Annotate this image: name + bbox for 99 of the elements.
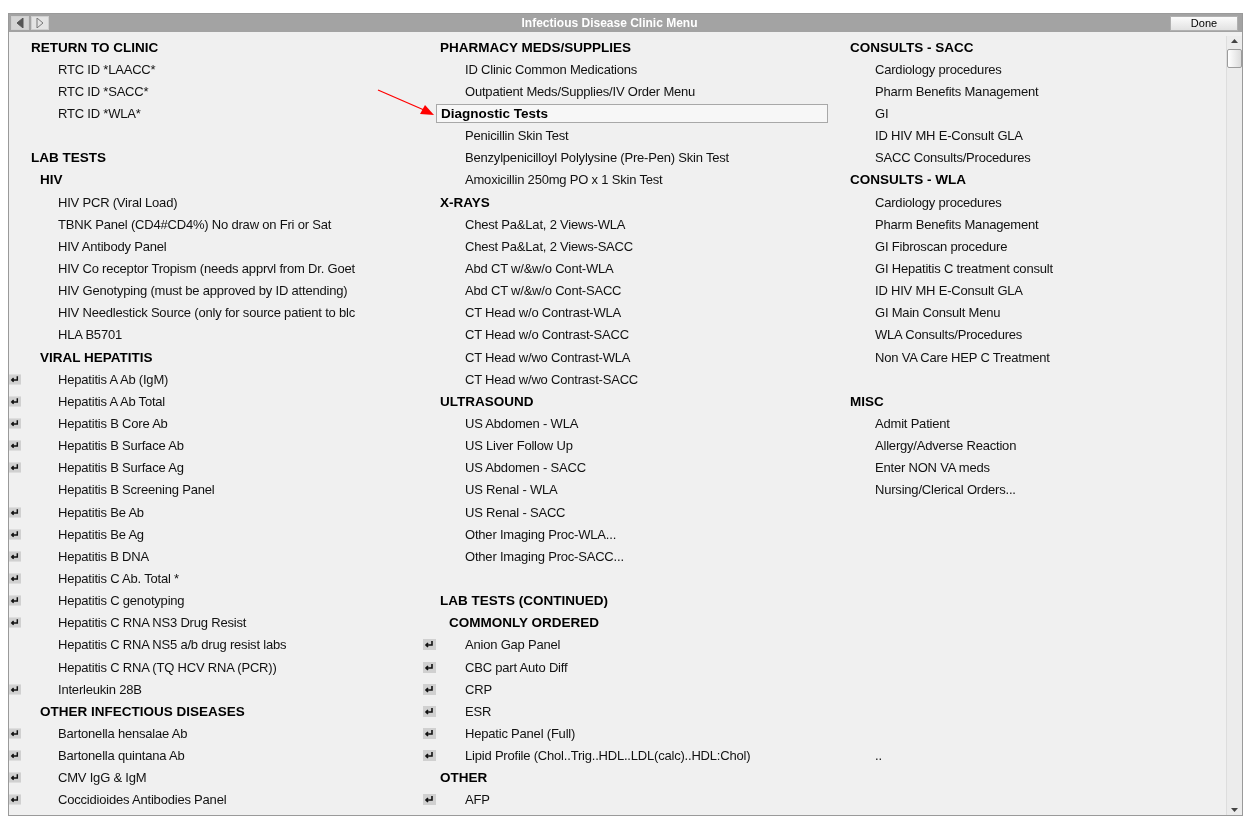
menu-item[interactable]: Abd CT w/&w/o Cont-SACC	[465, 283, 622, 299]
menu-item[interactable]: HIV Antibody Panel	[58, 238, 167, 254]
menu-section-header: PHARMACY MEDS/SUPPLIES	[439, 38, 633, 56]
menu-item[interactable]: CBC part Auto Diff	[465, 659, 568, 675]
menu-item[interactable]: Nursing/Clerical Orders...	[875, 482, 1016, 498]
menu-item[interactable]: HIV Needlestick Source (only for source patient to blc	[58, 305, 355, 321]
menu-item[interactable]: Hepatitis C RNA (TQ HCV RNA (PCR))	[58, 659, 277, 675]
scrollbar-thumb[interactable]	[1227, 49, 1242, 68]
menu-item[interactable]: RTC ID *LAACC*	[58, 61, 156, 77]
menu-item[interactable]: Other Imaging Proc-WLA...	[465, 526, 617, 542]
menu-item[interactable]: Enter NON VA meds	[875, 460, 990, 476]
menu-section-header: LAB TESTS (CONTINUED)	[439, 592, 609, 610]
menu-item[interactable]: Hepatitis Be Ag	[58, 526, 144, 542]
menu-section-header: VIRAL HEPATITIS	[39, 348, 154, 366]
menu-item[interactable]: Hepatitis C Ab. Total *	[58, 570, 179, 586]
menu-section-header: OTHER	[439, 769, 489, 787]
menu-section-header: CONSULTS - WLA	[849, 171, 967, 189]
menu-item[interactable]: GI Main Consult Menu	[875, 305, 1001, 321]
menu-item[interactable]: Chest Pa&Lat, 2 Views-SACC	[465, 238, 633, 254]
menu-item[interactable]: WLA Consults/Procedures	[875, 327, 1023, 343]
menu-item[interactable]: ID HIV MH E-Consult GLA	[875, 283, 1023, 299]
menu-item[interactable]: Hepatitis B Core Ab	[58, 415, 168, 431]
menu-item[interactable]: Bartonella hensalae Ab	[58, 725, 188, 741]
menu-item[interactable]: CT Head w/o Contrast-WLA	[465, 305, 622, 321]
menu-item[interactable]: Coccidioides Antibodies Panel	[58, 792, 227, 808]
menu-item[interactable]: ..	[875, 748, 882, 764]
menu-section-header: ULTRASOUND	[439, 392, 535, 410]
menu-section-header: CONSULTS - SACC	[849, 38, 975, 56]
menu-item[interactable]: Hepatic Panel (Full)	[465, 725, 576, 741]
menu-section-header[interactable]: Diagnostic Tests	[436, 104, 828, 123]
menu-item[interactable]: HIV Co receptor Tropism (needs apprvl from Dr. Goet	[58, 260, 355, 276]
menu-item[interactable]: Pharm Benefits Management	[875, 83, 1039, 99]
menu-item[interactable]: Hepatitis C RNA NS3 Drug Resist	[58, 615, 247, 631]
menu-item[interactable]: Allergy/Adverse Reaction	[875, 438, 1017, 454]
menu-item[interactable]: Hepatitis B Surface Ab	[58, 438, 184, 454]
menu-item[interactable]: US Liver Follow Up	[465, 438, 573, 454]
menu-item[interactable]: RTC ID *WLA*	[58, 106, 141, 121]
menu-item[interactable]: AFP	[465, 792, 490, 808]
menu-item[interactable]: Other Imaging Proc-SACC...	[465, 548, 624, 564]
menu-item[interactable]: Interleukin 28B	[58, 681, 142, 697]
menu-section-header: OTHER INFECTIOUS DISEASES	[39, 702, 246, 720]
menu-item[interactable]: HLA B5701	[58, 327, 122, 343]
scroll-down-icon[interactable]	[1231, 808, 1238, 812]
menu-item[interactable]: US Abdomen - WLA	[465, 415, 579, 431]
back-button[interactable]	[11, 16, 29, 30]
menu-item[interactable]: US Renal - SACC	[465, 504, 566, 520]
menu-item[interactable]: GI Fibroscan procedure	[875, 238, 1008, 254]
menu-item[interactable]: Hepatitis B Screening Panel	[58, 482, 215, 498]
menu-item[interactable]: Lipid Profile (Chol..Trig..HDL..LDL(calc)..HDL:Chol)	[465, 748, 751, 764]
menu-item[interactable]: Hepatitis C genotyping	[58, 593, 185, 609]
menu-item[interactable]: HIV Genotyping (must be approved by ID attending)	[58, 283, 348, 299]
menu-item[interactable]: RTC ID *SACC*	[58, 83, 149, 99]
menu-item[interactable]: ID Clinic Common Medications	[465, 61, 638, 77]
menu-item[interactable]: SACC Consults/Procedures	[875, 150, 1031, 166]
menu-item[interactable]: US Renal - WLA	[465, 482, 558, 498]
done-button[interactable]: Done	[1170, 15, 1238, 31]
menu-section-header: COMMONLY ORDERED	[448, 614, 601, 632]
menu-item[interactable]: Non VA Care HEP C Treatment	[875, 349, 1050, 365]
menu-item[interactable]: HIV PCR (Viral Load)	[58, 194, 178, 210]
menu-item[interactable]: ESR	[465, 703, 492, 719]
menu-item[interactable]: GI Hepatitis C treatment consult	[875, 260, 1053, 276]
menu-item[interactable]: TBNK Panel (CD4#CD4%) No draw on Fri or Sat	[58, 216, 332, 232]
scroll-up-icon[interactable]	[1231, 39, 1238, 43]
right-triangle-icon	[36, 18, 44, 28]
menu-item[interactable]: Pharm Benefits Management	[875, 216, 1039, 232]
menu-item[interactable]: Hepatitis Be Ab	[58, 504, 144, 520]
menu-item[interactable]: Penicillin Skin Test	[465, 128, 569, 144]
menu-section-header: X-RAYS	[439, 193, 491, 211]
window-title: Infectious Disease Clinic Menu	[520, 16, 699, 30]
menu-section-header: LAB TESTS	[30, 149, 107, 167]
menu-item[interactable]: Hepatitis C RNA NS5 a/b drug resist labs	[58, 637, 287, 653]
menu-item[interactable]: Hepatitis B DNA	[58, 548, 149, 564]
left-triangle-icon	[16, 18, 24, 28]
menu-item[interactable]: Admit Patient	[875, 415, 950, 431]
menu-section-header: HIV	[39, 171, 64, 189]
menu-section-header: RETURN TO CLINIC	[30, 38, 160, 56]
menu-item[interactable]: Cardiology procedures	[875, 61, 1002, 77]
menu-item[interactable]: Hepatitis B Surface Ag	[58, 460, 184, 476]
menu-item[interactable]: CT Head w/o Contrast-SACC	[465, 327, 629, 343]
menu-item[interactable]: CRP	[465, 681, 492, 697]
menu-item[interactable]: Cardiology procedures	[875, 194, 1002, 210]
menu-item[interactable]: CT Head w/wo Contrast-SACC	[465, 371, 638, 387]
menu-item[interactable]: Hepatitis A Ab (IgM)	[58, 371, 169, 387]
menu-item[interactable]: Benzylpenicilloyl Polylysine (Pre-Pen) Skin Test	[465, 150, 729, 166]
menu-item[interactable]: Bartonella quintana Ab	[58, 748, 185, 764]
menu-item[interactable]: US Abdomen - SACC	[465, 460, 586, 476]
menu-item[interactable]: CT Head w/wo Contrast-WLA	[465, 349, 631, 365]
annotation-arrow	[376, 88, 436, 118]
menu-item[interactable]: CMV IgG & IgM	[58, 770, 147, 786]
menu-item[interactable]: Hepatitis A Ab Total	[58, 393, 166, 409]
menu-item[interactable]: Anion Gap Panel	[465, 637, 561, 653]
menu-item[interactable]: GI	[875, 106, 889, 121]
menu-item[interactable]: Amoxicillin 250mg PO x 1 Skin Test	[465, 172, 663, 188]
menu-item[interactable]: Abd CT w/&w/o Cont-WLA	[465, 260, 614, 276]
menu-item[interactable]: Chest Pa&Lat, 2 Views-WLA	[465, 216, 626, 232]
menu-section-header: MISC	[849, 392, 885, 410]
vertical-scrollbar[interactable]	[1226, 36, 1242, 815]
menu-item[interactable]: Outpatient Meds/Supplies/IV Order Menu	[465, 83, 696, 99]
menu-item[interactable]: ID HIV MH E-Consult GLA	[875, 128, 1023, 144]
